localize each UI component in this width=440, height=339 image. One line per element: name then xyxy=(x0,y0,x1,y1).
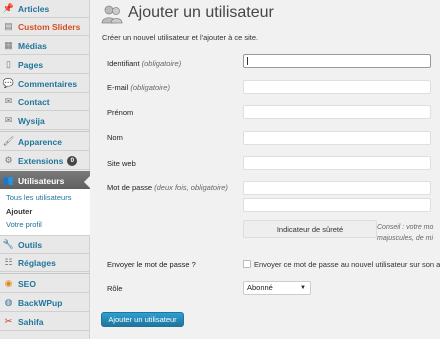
hint-line: majuscules, de mi xyxy=(377,235,434,242)
username-input[interactable] xyxy=(243,54,431,68)
menu-label: BackWPup xyxy=(18,297,63,308)
menu-contact[interactable]: ✉ Contact xyxy=(0,93,90,111)
username-label: Identifiant (obligatoire) xyxy=(107,59,181,68)
menu-backwpup[interactable]: ◍ BackWPup xyxy=(0,294,90,312)
hint-line: Conseil : votre mo xyxy=(377,224,434,231)
menu-pages[interactable]: ▯ Pages xyxy=(0,56,90,74)
users-title-icon xyxy=(101,5,123,24)
role-value: Abonné xyxy=(247,283,273,292)
menu-wysija[interactable]: ✉ Wysija xyxy=(0,112,90,130)
menu-sahifa[interactable]: ✂ Sahifa xyxy=(0,313,90,331)
users-submenu: Tous les utilisateurs Ajouter Votre prof… xyxy=(0,189,90,236)
menu-articles[interactable]: 📌 Articles xyxy=(0,0,90,18)
required-note: (obligatoire) xyxy=(141,59,182,68)
label-text: Identifiant xyxy=(107,59,140,68)
menu-label: Sahifa xyxy=(18,316,44,327)
mail-icon: ✉ xyxy=(4,115,13,125)
page-title: Ajouter un utilisateur xyxy=(128,4,274,21)
plugin-icon: ⚙ xyxy=(4,155,13,165)
send-password-checkbox[interactable] xyxy=(243,260,251,268)
menu-label: Wysija xyxy=(18,115,45,126)
submenu-your-profile[interactable]: Votre profil xyxy=(6,220,42,229)
backup-icon: ◍ xyxy=(4,297,13,307)
admin-sidebar: 📌 Articles ▤ Custom Sliders ▦ Médias ▯ P… xyxy=(0,0,90,339)
menu-label: Extensions xyxy=(18,155,64,166)
menu-label: Custom Sliders xyxy=(18,21,81,32)
page-intro: Créer un nouvel utilisateur et l'ajouter… xyxy=(102,33,259,42)
send-password-label: Envoyer le mot de passe ? xyxy=(107,260,196,269)
password-input[interactable] xyxy=(243,181,431,195)
firstname-label: Prénom xyxy=(107,108,134,117)
dropdown-arrow-icon: ▼ xyxy=(300,285,306,291)
pin-icon: 📌 xyxy=(2,3,15,13)
website-input[interactable] xyxy=(243,156,431,170)
menu-label: Contact xyxy=(18,96,50,107)
submenu-all-users[interactable]: Tous les utilisateurs xyxy=(6,193,71,202)
tools-icon: 🔧 xyxy=(2,239,15,249)
label-text: Mot de passe xyxy=(107,183,153,192)
users-icon: 👥 xyxy=(2,175,15,185)
comment-icon: 💬 xyxy=(2,78,15,88)
email-label: E-mail (obligatoire) xyxy=(107,83,170,92)
label-text: E-mail xyxy=(107,83,129,92)
lastname-label: Nom xyxy=(107,133,123,142)
menu-custom-sliders[interactable]: ▤ Custom Sliders xyxy=(0,18,90,36)
password-confirm-input[interactable] xyxy=(243,198,431,212)
email-input[interactable] xyxy=(243,80,431,94)
required-note: (deux fois, obligatoire) xyxy=(154,183,228,192)
send-password-checkbox-label[interactable]: Envoyer ce mot de passe au nouvel utilis… xyxy=(254,260,440,269)
menu-medias[interactable]: ▦ Médias xyxy=(0,37,90,55)
password-label: Mot de passe (deux fois, obligatoire) xyxy=(107,183,228,192)
contact-icon: ✉ xyxy=(4,96,13,106)
media-icon: ▦ xyxy=(4,40,13,50)
menu-extensions[interactable]: ⚙ Extensions 0 xyxy=(0,152,90,170)
update-count-badge: 0 xyxy=(67,155,78,166)
slider-icon: ▤ xyxy=(4,21,13,31)
menu-label: Réglages xyxy=(18,257,56,268)
menu-separator xyxy=(0,273,90,274)
lastname-input[interactable] xyxy=(243,131,431,145)
menu-label: Outils xyxy=(18,239,43,250)
menu-label: Articles xyxy=(18,3,50,14)
menu-label: SEO xyxy=(18,278,36,289)
required-note: (obligatoire) xyxy=(130,83,170,92)
menu-label: Utilisateurs xyxy=(18,175,65,186)
submenu-add-new[interactable]: Ajouter xyxy=(6,207,32,216)
menu-separator xyxy=(0,131,90,132)
text-caret xyxy=(247,57,248,65)
password-hint: Conseil : votre mo majuscules, de mi xyxy=(377,222,433,244)
website-label: Site web xyxy=(107,159,136,168)
sahifa-icon: ✂ xyxy=(4,316,13,326)
menu-label: Médias xyxy=(18,40,47,51)
menu-utilisateurs[interactable]: 👥 Utilisateurs xyxy=(0,171,90,190)
menu-label: Pages xyxy=(18,59,44,70)
menu-apparence[interactable]: 🖌 Apparence xyxy=(0,133,90,151)
seo-icon: ◉ xyxy=(4,278,13,288)
role-select[interactable]: Abonné ▼ xyxy=(243,281,311,295)
password-strength-indicator: Indicateur de sûreté xyxy=(243,220,377,238)
menu-commentaires[interactable]: 💬 Commentaires xyxy=(0,75,90,93)
menu-seo[interactable]: ◉ SEO xyxy=(0,275,90,293)
role-label: Rôle xyxy=(107,284,123,293)
main-content: Ajouter un utilisateur Créer un nouvel u… xyxy=(90,0,440,339)
menu-label: Commentaires xyxy=(18,78,78,89)
menu-label: Apparence xyxy=(18,136,62,147)
menu-outils[interactable]: 🔧 Outils xyxy=(0,236,90,254)
page-icon: ▯ xyxy=(6,59,11,69)
firstname-input[interactable] xyxy=(243,105,431,119)
settings-icon: ☷ xyxy=(4,257,13,267)
add-user-button[interactable]: Ajouter un utilisateur xyxy=(101,312,184,327)
menu-reglages[interactable]: ☷ Réglages xyxy=(0,254,90,272)
appearance-icon: 🖌 xyxy=(2,136,15,146)
